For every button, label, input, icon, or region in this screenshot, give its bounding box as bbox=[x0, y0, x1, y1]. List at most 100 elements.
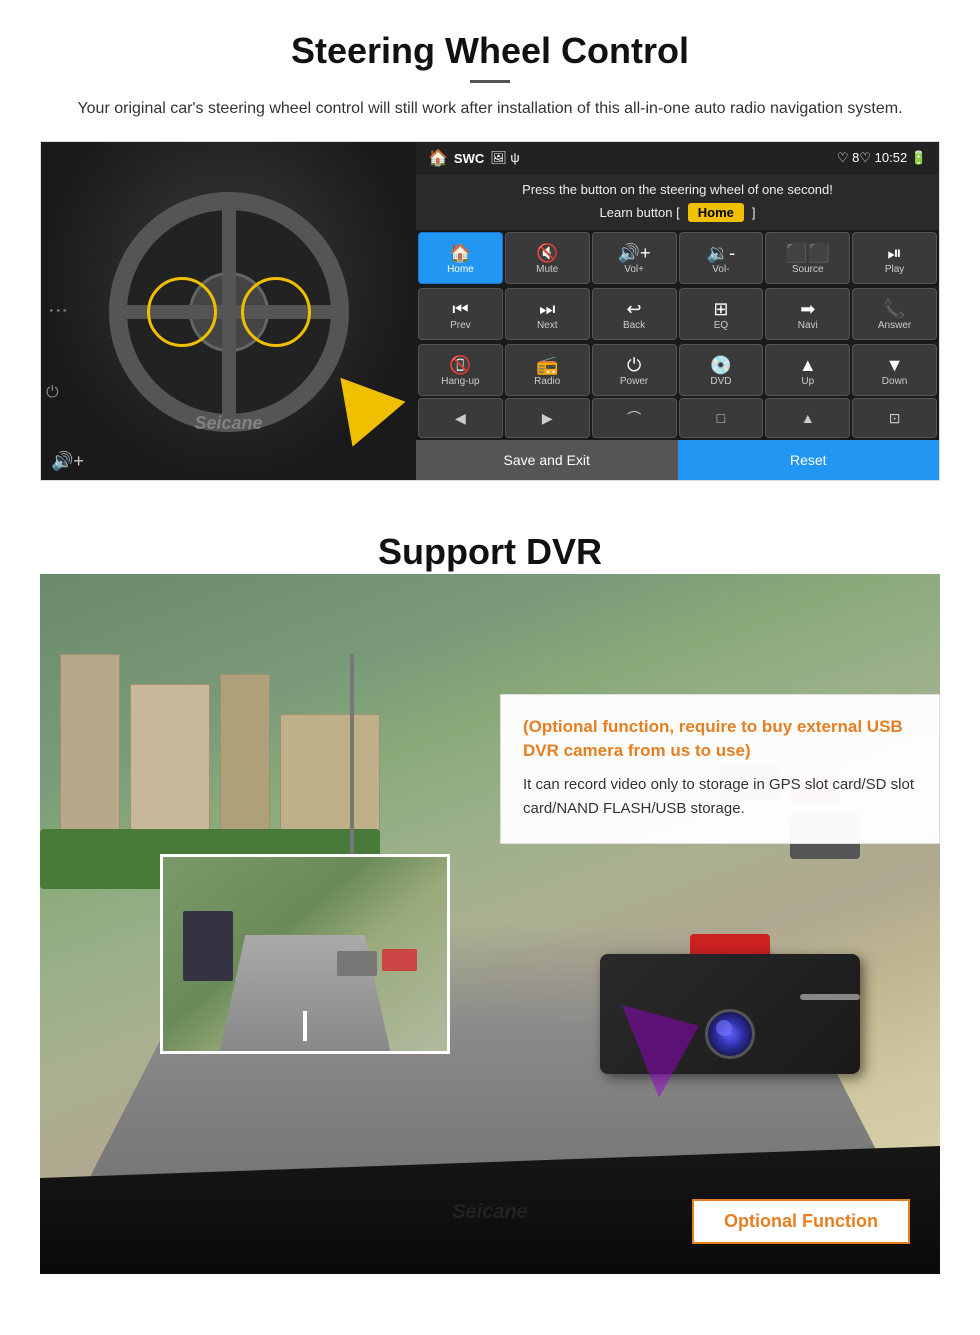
home-button[interactable]: Home bbox=[688, 203, 744, 222]
btn-r4-5[interactable]: ▲ bbox=[765, 398, 850, 438]
building-4 bbox=[280, 714, 380, 844]
up-btn[interactable]: ▲ Up bbox=[765, 344, 850, 396]
camera-cable bbox=[800, 994, 860, 1000]
swc-subtitle: Your original car's steering wheel contr… bbox=[40, 97, 940, 121]
swc-label: SWC bbox=[454, 151, 484, 166]
power-btn[interactable]: ⏻ Power bbox=[592, 344, 677, 396]
swc-section: Steering Wheel Control Your original car… bbox=[0, 0, 980, 501]
home-btn-icon: 🏠 bbox=[449, 244, 471, 262]
btn-r4-6[interactable]: ⊡ bbox=[852, 398, 937, 438]
save-exit-button[interactable]: Save and Exit bbox=[416, 440, 678, 480]
learn-text: Learn button [ bbox=[600, 205, 680, 220]
next-btn[interactable]: ⏭ Next bbox=[505, 288, 590, 340]
power-btn-label: Power bbox=[620, 376, 648, 387]
power-icon: ⏻ bbox=[46, 384, 59, 402]
play-icon: ⏯ bbox=[887, 244, 901, 262]
answer-icon: 📞 bbox=[883, 300, 905, 318]
header-right: ♡ 8♡ 10:52 🔋 bbox=[837, 150, 927, 166]
thumb-vehicle-3 bbox=[183, 911, 233, 981]
hangup-label: Hang-up bbox=[441, 376, 479, 387]
dvr-seicane-brand: Seicane bbox=[452, 1201, 528, 1224]
volume-icon: 🔊+ bbox=[51, 451, 84, 472]
down-label: Down bbox=[882, 376, 908, 387]
building-3 bbox=[220, 674, 270, 844]
header-icons: 🖼 ψ bbox=[490, 150, 519, 166]
swc-photo: ⋮ ⏻ 🔊+ Seicane bbox=[41, 142, 416, 481]
mute-btn[interactable]: 🔇 Mute bbox=[505, 232, 590, 284]
down-icon: ▼ bbox=[886, 356, 904, 374]
home-btn-label: Home bbox=[447, 264, 474, 275]
swc-title: Steering Wheel Control bbox=[40, 30, 940, 72]
dvd-icon: 💿 bbox=[710, 356, 732, 374]
button-row-1: 🏠 Home 🔇 Mute 🔊+ Vol+ 🔉- Vol- ⬛⬛ S bbox=[416, 230, 939, 286]
thumb-vehicle-1 bbox=[382, 949, 417, 971]
swc-message: Press the button on the steering wheel o… bbox=[416, 174, 939, 201]
button-row-4: ◀ ▶ ⌒ □ ▲ ⊡ bbox=[416, 398, 939, 440]
swc-action-bar: Save and Exit Reset bbox=[416, 440, 939, 480]
dvr-camera-image bbox=[540, 934, 920, 1194]
camera-lens bbox=[705, 1009, 755, 1059]
btn-r4-2[interactable]: ▶ bbox=[505, 398, 590, 438]
optional-function-badge[interactable]: Optional Function bbox=[692, 1199, 910, 1244]
building-2 bbox=[130, 684, 210, 834]
swc-ui-panel: 🏠 SWC 🖼 ψ ♡ 8♡ 10:52 🔋 Press the button … bbox=[416, 142, 939, 480]
dvr-thumbnail bbox=[160, 854, 450, 1054]
spoke-vertical bbox=[222, 210, 236, 414]
header-left: 🏠 SWC 🖼 ψ bbox=[428, 148, 520, 168]
answer-btn[interactable]: 📞 Answer bbox=[852, 288, 937, 340]
power-btn-icon: ⏻ bbox=[627, 356, 641, 374]
camera-body bbox=[570, 934, 890, 1094]
play-label: Play bbox=[885, 264, 904, 275]
reset-button[interactable]: Reset bbox=[678, 440, 940, 480]
radio-icon: 📻 bbox=[536, 356, 558, 374]
swc-composite: ⋮ ⏻ 🔊+ Seicane bbox=[40, 141, 940, 481]
dvd-btn[interactable]: 💿 DVD bbox=[679, 344, 764, 396]
learn-end: ] bbox=[752, 205, 756, 220]
radio-btn[interactable]: 📻 Radio bbox=[505, 344, 590, 396]
play-btn[interactable]: ⏯ Play bbox=[852, 232, 937, 284]
dvr-description: It can record video only to storage in G… bbox=[523, 773, 917, 821]
hangup-btn[interactable]: 📵 Hang-up bbox=[418, 344, 503, 396]
vol-up-icon: 🔊+ bbox=[618, 244, 651, 262]
dvr-composite: (Optional function, require to buy exter… bbox=[40, 574, 940, 1274]
mute-icon: 🔇 bbox=[536, 244, 558, 262]
radio-label: Radio bbox=[534, 376, 560, 387]
source-btn[interactable]: ⬛⬛ Source bbox=[765, 232, 850, 284]
btn-r4-3[interactable]: ⌒ bbox=[592, 398, 677, 438]
eq-icon: ⊞ bbox=[713, 300, 728, 318]
vol-up-label: Vol+ bbox=[624, 264, 644, 275]
dvr-thumb-inner bbox=[163, 857, 447, 1051]
btn-r4-4[interactable]: □ bbox=[679, 398, 764, 438]
swc-learn-row: Learn button [ Home ] bbox=[416, 201, 939, 230]
button-row-2: ⏮ Prev ⏭ Next ↩ Back ⊞ EQ ➡ Navi bbox=[416, 286, 939, 342]
left-highlight-circle bbox=[147, 277, 217, 347]
back-icon: ↩ bbox=[627, 300, 642, 318]
eq-btn[interactable]: ⊞ EQ bbox=[679, 288, 764, 340]
steering-wheel bbox=[109, 192, 349, 432]
vol-down-btn[interactable]: 🔉- Vol- bbox=[679, 232, 764, 284]
source-label: Source bbox=[792, 264, 824, 275]
home-btn[interactable]: 🏠 Home bbox=[418, 232, 503, 284]
back-label: Back bbox=[623, 320, 645, 331]
dvd-label: DVD bbox=[710, 376, 731, 387]
thumb-road-line bbox=[303, 1011, 307, 1041]
btn-r4-1[interactable]: ◀ bbox=[418, 398, 503, 438]
optional-title: (Optional function, require to buy exter… bbox=[523, 715, 917, 763]
down-btn[interactable]: ▼ Down bbox=[852, 344, 937, 396]
answer-label: Answer bbox=[878, 320, 911, 331]
pole bbox=[350, 654, 354, 884]
prev-btn[interactable]: ⏮ Prev bbox=[418, 288, 503, 340]
prev-label: Prev bbox=[450, 320, 471, 331]
up-label: Up bbox=[801, 376, 814, 387]
back-btn[interactable]: ↩ Back bbox=[592, 288, 677, 340]
button-row-3: 📵 Hang-up 📻 Radio ⏻ Power 💿 DVD ▲ U bbox=[416, 342, 939, 398]
building-1 bbox=[60, 654, 120, 834]
right-highlight-circle bbox=[241, 277, 311, 347]
menu-dots-icon: ⋮ bbox=[46, 301, 70, 324]
navi-btn[interactable]: ➡ Navi bbox=[765, 288, 850, 340]
swc-ui-header: 🏠 SWC 🖼 ψ ♡ 8♡ 10:52 🔋 bbox=[416, 142, 939, 174]
navi-label: Navi bbox=[798, 320, 818, 331]
hangup-icon: 📵 bbox=[449, 356, 471, 374]
dvr-section: Support DVR (Op bbox=[0, 501, 980, 1284]
vol-up-btn[interactable]: 🔊+ Vol+ bbox=[592, 232, 677, 284]
